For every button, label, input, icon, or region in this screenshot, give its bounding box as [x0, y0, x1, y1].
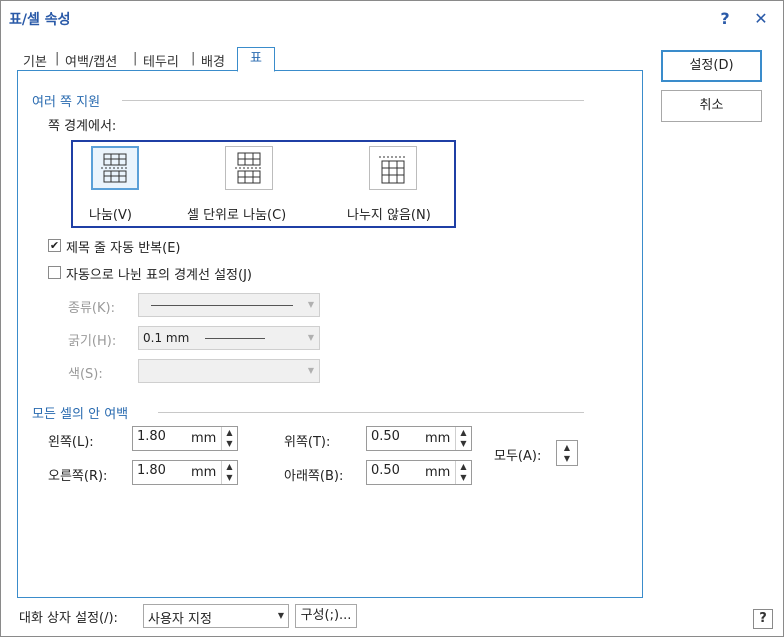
spin-down-icon[interactable]: ▼ — [222, 438, 237, 449]
tab-basic[interactable]: 기본 — [23, 51, 47, 70]
spin-arrows: ▲ ▼ — [221, 461, 237, 484]
line-sample — [151, 305, 293, 306]
margin-left-spinner[interactable]: 1.80 mm ▲ ▼ — [132, 426, 238, 451]
dropdown-arrow-icon: ▼ — [277, 611, 284, 620]
margin-left-label: 왼쪽(L): — [48, 435, 94, 450]
ok-button[interactable]: 설정(D) — [661, 50, 762, 82]
dialog-title: 표/셀 속성 — [9, 12, 71, 28]
auto-border-label[interactable]: 자동으로 나뉜 표의 경계선 설정(J) — [66, 264, 252, 283]
boundary-label: 쪽 경계에서: — [48, 119, 117, 134]
section-title-cell-margins: 모든 셀의 안 여백 — [32, 407, 129, 422]
tab-border[interactable]: 테두리 — [143, 51, 179, 70]
section-divider — [158, 412, 584, 413]
spin-down-icon[interactable]: ▼ — [456, 438, 471, 449]
spin-up-icon[interactable]: ▲ — [557, 442, 577, 453]
spin-up-icon[interactable]: ▲ — [222, 461, 237, 472]
help-button[interactable]: ? — [713, 7, 737, 31]
section-divider — [122, 100, 584, 101]
line-thickness-select[interactable]: 0.1 mm ▼ — [138, 326, 320, 350]
help-icon[interactable]: ? — [753, 609, 773, 629]
margin-all-spinner[interactable]: ▲ ▼ — [556, 440, 578, 466]
thickness-value: 0.1 mm — [143, 331, 190, 345]
margin-top-value[interactable]: 0.50 — [371, 429, 400, 444]
config-button[interactable]: 구성(;)... — [295, 604, 357, 628]
line-kind-select[interactable]: ▼ — [138, 293, 320, 317]
dropdown-arrow-icon: ▼ — [307, 300, 315, 309]
tab-table[interactable]: 표 — [237, 47, 275, 72]
dialog-window: 표/셀 속성 ? ✕ 기본 | 여백/캡션 | 테두리 | 배경 표 여러 쪽 … — [0, 0, 784, 637]
line-color-label: 색(S): — [68, 367, 103, 382]
margin-left-unit: mm — [191, 431, 217, 446]
split-by-cell-icon[interactable] — [225, 146, 273, 190]
margin-bottom-spinner[interactable]: 0.50 mm ▲ ▼ — [366, 460, 472, 485]
margin-right-unit: mm — [191, 465, 217, 480]
tab-panel: 여러 쪽 지원 쪽 경계에서: 나눔(V) 셀 단위로 나눔(C) 나누지 않음… — [17, 70, 643, 598]
margin-top-unit: mm — [425, 431, 451, 446]
margin-all-label: 모두(A): — [494, 449, 542, 464]
spin-up-icon[interactable]: ▲ — [222, 427, 237, 438]
no-split-option-label[interactable]: 나누지 않음(N) — [347, 204, 431, 223]
margin-bottom-unit: mm — [425, 465, 451, 480]
cancel-button[interactable]: 취소 — [661, 90, 762, 122]
line-color-select[interactable]: ▼ — [138, 359, 320, 383]
spin-arrows: ▲ ▼ — [455, 461, 471, 484]
split-icon[interactable] — [91, 146, 139, 190]
dropdown-arrow-icon: ▼ — [307, 333, 315, 342]
dialog-setting-value: 사용자 지정 — [148, 612, 212, 627]
no-split-icon[interactable] — [369, 146, 417, 190]
spin-down-icon[interactable]: ▼ — [456, 472, 471, 483]
tab-separator: | — [191, 51, 196, 66]
margin-bottom-label: 아래쪽(B): — [284, 469, 344, 484]
line-sample — [205, 338, 265, 339]
split-by-cell-option-label[interactable]: 셀 단위로 나눔(C) — [187, 204, 286, 223]
margin-left-value[interactable]: 1.80 — [137, 429, 166, 444]
margin-right-value[interactable]: 1.80 — [137, 463, 166, 478]
margin-right-label: 오른쪽(R): — [48, 469, 108, 484]
margin-right-spinner[interactable]: 1.80 mm ▲ ▼ — [132, 460, 238, 485]
section-title-multi-page: 여러 쪽 지원 — [32, 95, 101, 110]
title-bar: 표/셀 속성 ? ✕ — [1, 1, 783, 37]
dialog-setting-label: 대화 상자 설정(/): — [19, 611, 118, 626]
spin-up-icon[interactable]: ▲ — [456, 461, 471, 472]
spin-arrows: ▲ ▼ — [557, 441, 577, 465]
tab-margin-caption[interactable]: 여백/캡션 — [65, 51, 117, 70]
spin-down-icon[interactable]: ▼ — [222, 472, 237, 483]
margin-bottom-value[interactable]: 0.50 — [371, 463, 400, 478]
line-thickness-label: 굵기(H): — [68, 334, 117, 349]
line-kind-label: 종류(K): — [68, 301, 115, 316]
close-button[interactable]: ✕ — [749, 7, 773, 31]
tab-separator: | — [55, 51, 60, 66]
margin-top-spinner[interactable]: 0.50 mm ▲ ▼ — [366, 426, 472, 451]
tab-separator: | — [133, 51, 138, 66]
split-option-label[interactable]: 나눔(V) — [89, 204, 132, 223]
spin-arrows: ▲ ▼ — [221, 427, 237, 450]
split-options-group: 나눔(V) 셀 단위로 나눔(C) 나누지 않음(N) — [71, 140, 456, 228]
margin-top-label: 위쪽(T): — [284, 435, 331, 450]
tab-background[interactable]: 배경 — [201, 51, 225, 70]
spin-up-icon[interactable]: ▲ — [456, 427, 471, 438]
repeat-header-checkbox[interactable]: ✔ — [48, 239, 61, 252]
dropdown-arrow-icon: ▼ — [307, 366, 315, 375]
dialog-setting-select[interactable]: 사용자 지정 ▼ — [143, 604, 289, 628]
spin-arrows: ▲ ▼ — [455, 427, 471, 450]
repeat-header-label[interactable]: 제목 줄 자동 반복(E) — [66, 237, 180, 256]
auto-border-checkbox[interactable] — [48, 266, 61, 279]
spin-down-icon[interactable]: ▼ — [557, 453, 577, 464]
